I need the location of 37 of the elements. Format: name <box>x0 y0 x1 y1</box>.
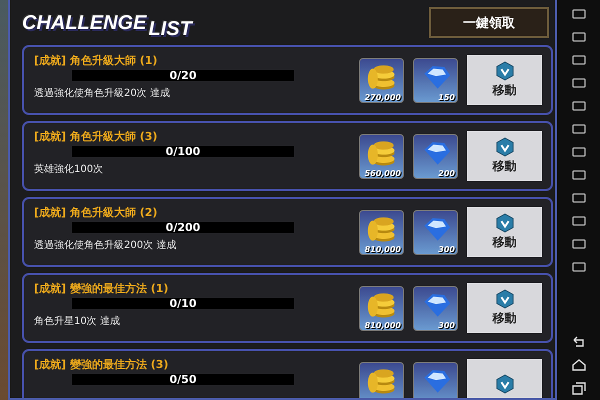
coin-amount: 810,000 <box>364 244 401 254</box>
home-icon[interactable] <box>570 357 586 373</box>
challenge-description: 角色升星10次 達成 <box>34 314 121 328</box>
move-button[interactable]: 移動 <box>467 207 542 257</box>
claim-all-button[interactable]: 一鍵領取 <box>429 7 549 38</box>
challenge-description: 透過強化使角色升級200次 達成 <box>34 238 178 252</box>
check-icon <box>496 289 514 309</box>
gem-amount: 200 <box>438 168 455 178</box>
progress-text: 0/20 <box>170 69 196 82</box>
check-icon <box>496 213 514 233</box>
progress-text: 0/50 <box>170 373 196 386</box>
check-icon <box>496 61 514 81</box>
check-icon <box>496 374 514 394</box>
gem-amount: 150 <box>438 92 455 102</box>
challenge-description: 英雄強化100次 <box>34 162 104 176</box>
challenge-description: 透過強化使角色升級20次 達成 <box>34 86 171 100</box>
title-text: CHALLENGE <box>22 12 146 35</box>
move-button[interactable] <box>467 359 542 398</box>
move-button[interactable]: 移動 <box>467 283 542 333</box>
coin-amount: 560,000 <box>364 168 401 178</box>
check-icon <box>496 137 514 157</box>
move-button[interactable]: 移動 <box>467 55 542 105</box>
gem-amount: 300 <box>438 244 455 254</box>
challenge-title: [成就] 變強的最佳方法 (3) <box>34 357 170 372</box>
progress-text: 0/100 <box>166 145 200 158</box>
coin-amount: 270,000 <box>364 92 401 102</box>
coin-amount: 810,000 <box>364 320 401 330</box>
gem-amount: 300 <box>438 320 455 330</box>
title-text: LIST <box>148 18 192 41</box>
challenge-title: [成就] 角色升級大師 (3) <box>34 129 158 144</box>
progress-text: 0/200 <box>166 221 200 234</box>
challenge-title: [成就] 角色升級大師 (2) <box>34 205 158 220</box>
move-button[interactable]: 移動 <box>467 131 542 181</box>
recent-apps-icon[interactable] <box>570 380 586 396</box>
challenge-title: [成就] 角色升級大師 (1) <box>34 53 158 68</box>
challenge-title: [成就] 變強的最佳方法 (1) <box>34 281 170 296</box>
progress-text: 0/10 <box>170 297 196 310</box>
